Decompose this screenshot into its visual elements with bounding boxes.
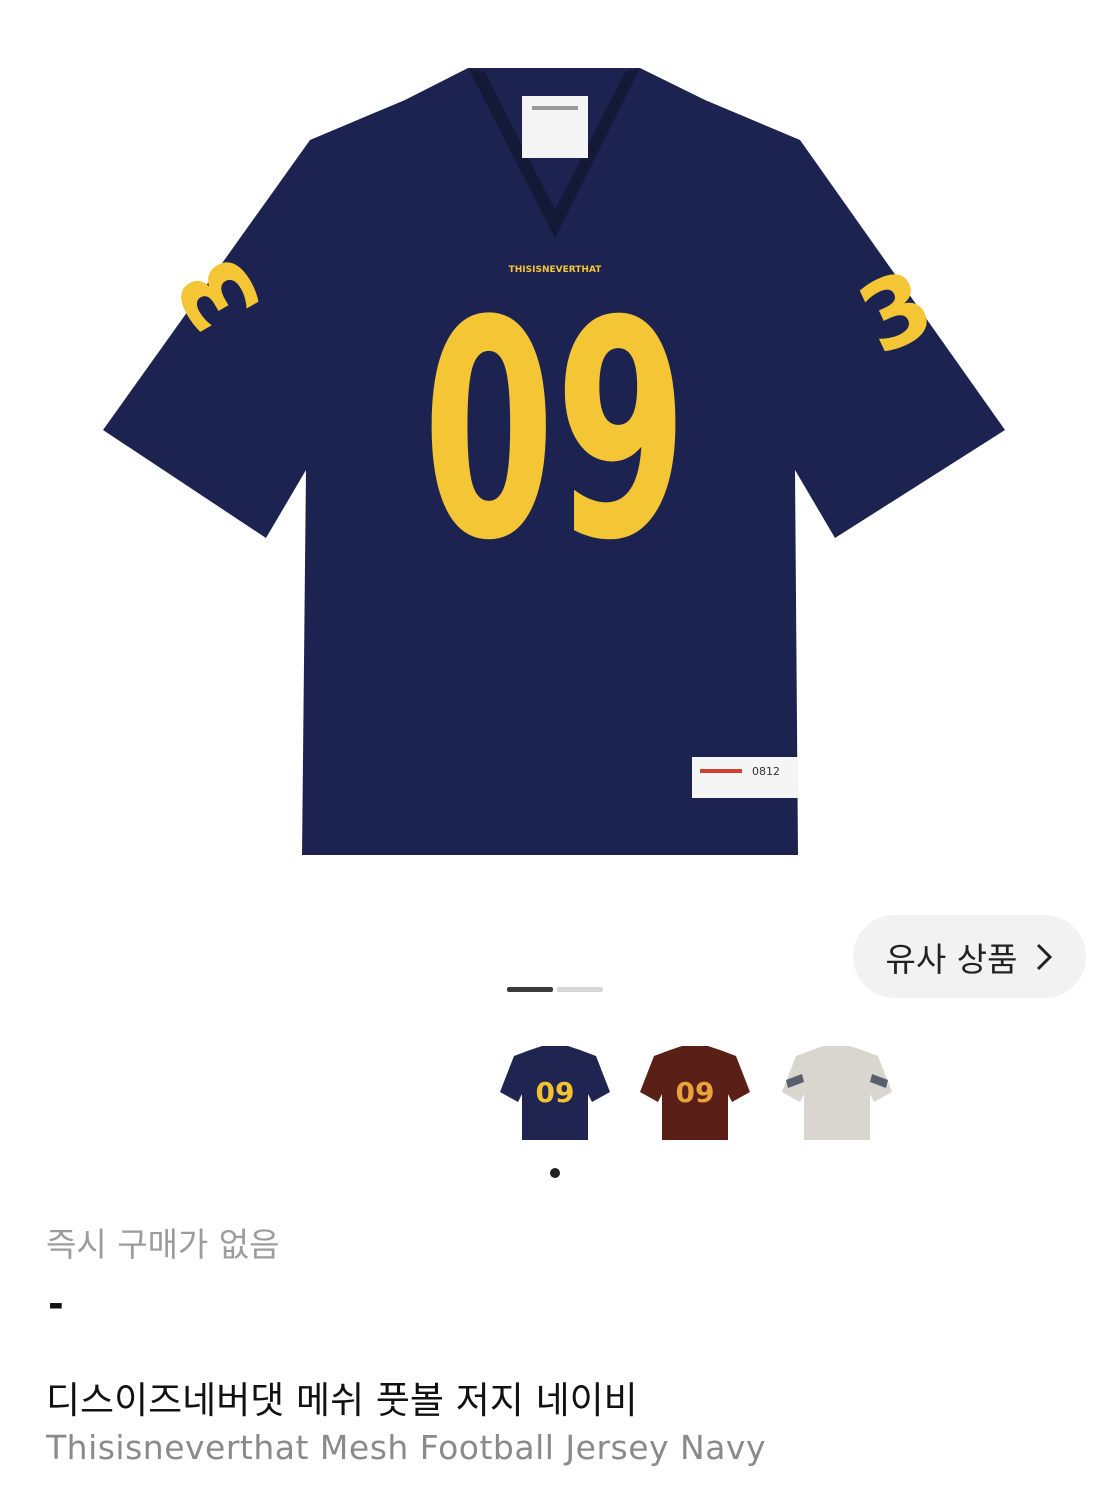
variant-thumb-brown[interactable]: 09: [636, 1040, 754, 1148]
product-title-en: Thisisneverthat Mesh Football Jersey Nav…: [46, 1428, 766, 1467]
variant-thumb-grey[interactable]: [778, 1040, 896, 1148]
hem-tag-code: 0812: [752, 765, 780, 778]
similar-products-label: 유사 상품: [885, 939, 1018, 979]
variant-thumb-navy[interactable]: 09: [496, 1040, 614, 1148]
product-title-ko: 디스이즈네버댓 메쉬 풋볼 저지 네이비: [46, 1379, 638, 1422]
availability-text: 즉시 구매가 없음: [46, 1225, 280, 1264]
similar-products-button[interactable]: 유사 상품: [853, 915, 1086, 998]
product-image[interactable]: THISISNEVERTHAT 09 3 3 0812: [0, 0, 1109, 900]
variant-number: 09: [536, 1076, 575, 1109]
variant-number: 09: [676, 1076, 715, 1109]
variant-thumbnails: 09 09: [496, 1040, 896, 1150]
carousel-dot[interactable]: [550, 1168, 560, 1178]
chevron-right-icon: [1037, 943, 1053, 970]
gallery-indicator-active[interactable]: [507, 987, 553, 992]
jersey-number: 09: [423, 257, 688, 606]
price: -: [48, 1282, 64, 1326]
gallery-indicator-inactive[interactable]: [557, 987, 603, 992]
